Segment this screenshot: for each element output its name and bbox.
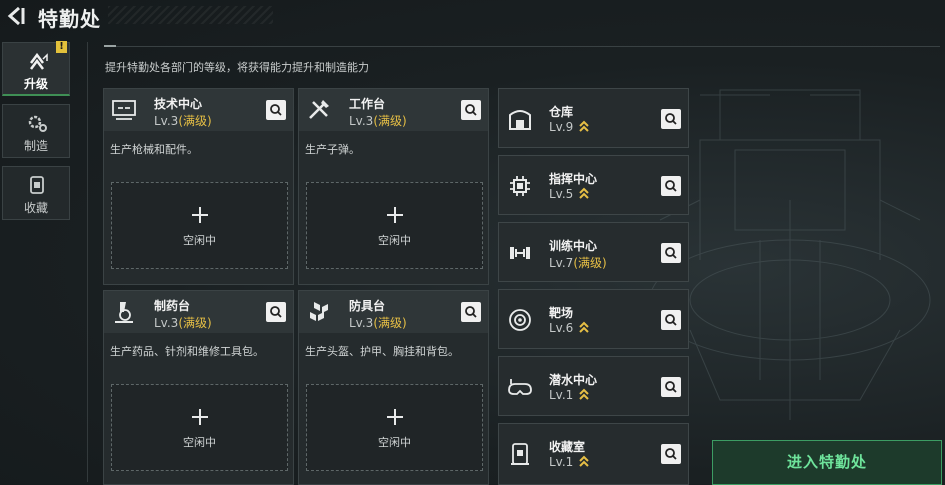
page-title: 特勤处 bbox=[38, 7, 101, 31]
collection-room-icon bbox=[511, 443, 529, 465]
tab-craft[interactable]: 制造 bbox=[2, 104, 70, 158]
card-header: 工作台 Lv.3(满级) bbox=[299, 89, 488, 131]
facility-name: 靶场 bbox=[549, 306, 574, 320]
search-icon[interactable] bbox=[661, 176, 681, 196]
slot-status: 空闲中 bbox=[183, 234, 216, 247]
tab-upgrade-label: 升级 bbox=[23, 77, 48, 91]
facility-name: 训练中心 bbox=[549, 239, 598, 253]
facility-level: Lv.1 bbox=[549, 388, 590, 402]
microscope-icon bbox=[115, 302, 133, 323]
workshop-description: 生产枪械和配件。 bbox=[110, 143, 198, 156]
card-header: 技术中心 Lv.3(满级) bbox=[104, 89, 293, 131]
warehouse-icon bbox=[509, 110, 531, 130]
facility-card-warehouse[interactable]: 仓库 Lv.9 bbox=[498, 88, 689, 148]
side-tabs: 升级 ! 制造 收藏 bbox=[2, 41, 73, 228]
max-level-tag: (满级) bbox=[373, 316, 407, 330]
back-arrow-icon[interactable] bbox=[4, 5, 26, 27]
slot-status: 空闲中 bbox=[378, 436, 411, 449]
diving-goggles-icon bbox=[508, 379, 532, 395]
target-icon bbox=[509, 309, 531, 331]
top-bar: 特勤处 bbox=[0, 0, 945, 34]
workshop-card-tech-center[interactable]: 技术中心 Lv.3(满级) 生产枪械和配件。 空闲中 bbox=[103, 88, 294, 285]
facility-card-diving-center[interactable]: 潜水中心 Lv.1 bbox=[498, 356, 689, 416]
workshop-description: 生产药品、针剂和维修工具包。 bbox=[110, 345, 264, 358]
facility-level: Lv.6 bbox=[549, 321, 590, 335]
slot-status: 空闲中 bbox=[183, 436, 216, 449]
page-subtitle: 提升特勤处各部门的等级，将获得能力提升和制造能力 bbox=[105, 61, 369, 74]
chip-icon bbox=[510, 176, 530, 196]
workshop-level: Lv.3(满级) bbox=[349, 316, 407, 330]
upgrade-available-icon bbox=[579, 187, 590, 199]
header-hatch-decoration bbox=[108, 6, 273, 24]
facility-card-training-center[interactable]: 训练中心 Lv.7(满级) bbox=[498, 222, 689, 282]
facility-level: Lv.5 bbox=[549, 187, 590, 201]
card-header: 制药台 Lv.3(满级) bbox=[104, 291, 293, 333]
divider-horizontal bbox=[104, 45, 940, 47]
search-icon[interactable] bbox=[661, 444, 681, 464]
workshop-description: 生产子弹。 bbox=[305, 143, 360, 156]
divider-vertical bbox=[87, 42, 88, 482]
max-level-tag: (满级) bbox=[178, 316, 212, 330]
slot-status: 空闲中 bbox=[378, 234, 411, 247]
card-header: 防具台 Lv.3(满级) bbox=[299, 291, 488, 333]
upgrade-available-icon bbox=[579, 120, 590, 132]
tab-upgrade[interactable]: 升级 ! bbox=[2, 41, 70, 96]
upgrade-available-icon bbox=[579, 321, 590, 333]
collection-case-icon bbox=[30, 176, 44, 194]
production-slot[interactable]: 空闲中 bbox=[306, 384, 483, 471]
upgrade-available-icon bbox=[579, 455, 590, 467]
production-slot[interactable]: 空闲中 bbox=[111, 384, 288, 471]
plus-icon bbox=[387, 207, 403, 223]
workshop-name: 制药台 bbox=[154, 299, 191, 313]
workshop-name: 工作台 bbox=[349, 97, 386, 111]
workshop-name: 防具台 bbox=[349, 299, 386, 313]
max-level-tag: (满级) bbox=[373, 114, 407, 128]
armor-blocks-icon bbox=[310, 302, 328, 321]
workshop-name: 技术中心 bbox=[154, 97, 203, 111]
facility-level: Lv.9 bbox=[549, 120, 590, 134]
workshop-level: Lv.3(满级) bbox=[154, 114, 212, 128]
max-level-tag: (满级) bbox=[178, 114, 212, 128]
facility-card-command-center[interactable]: 指挥中心 Lv.5 bbox=[498, 155, 689, 215]
search-icon[interactable] bbox=[461, 302, 481, 322]
notification-badge: ! bbox=[56, 41, 67, 53]
facility-name: 潜水中心 bbox=[549, 373, 598, 387]
tab-craft-label: 制造 bbox=[23, 139, 48, 153]
tech-center-icon bbox=[112, 100, 136, 120]
max-level-tag: (满级) bbox=[573, 256, 607, 270]
production-slot[interactable]: 空闲中 bbox=[306, 182, 483, 269]
gears-icon bbox=[28, 115, 47, 132]
search-icon[interactable] bbox=[661, 243, 681, 263]
search-icon[interactable] bbox=[661, 109, 681, 129]
workshop-level: Lv.3(满级) bbox=[349, 114, 407, 128]
search-icon[interactable] bbox=[266, 302, 286, 322]
search-icon[interactable] bbox=[661, 377, 681, 397]
tab-collection[interactable]: 收藏 bbox=[2, 166, 70, 220]
facility-name: 指挥中心 bbox=[549, 172, 598, 186]
workshop-card-workbench[interactable]: 工作台 Lv.3(满级) 生产子弹。 空闲中 bbox=[298, 88, 489, 285]
plus-icon bbox=[387, 409, 403, 425]
dumbbell-icon bbox=[510, 247, 530, 259]
facility-name: 收藏室 bbox=[549, 440, 586, 454]
search-icon[interactable] bbox=[266, 100, 286, 120]
tab-collection-label: 收藏 bbox=[23, 201, 48, 215]
workshop-card-armor[interactable]: 防具台 Lv.3(满级) 生产头盔、护甲、胸挂和背包。 空闲中 bbox=[298, 290, 489, 485]
facility-name: 仓库 bbox=[549, 105, 574, 119]
upgrade-arrows-icon bbox=[30, 52, 48, 70]
tools-icon bbox=[309, 100, 329, 119]
search-icon[interactable] bbox=[661, 310, 681, 330]
search-icon[interactable] bbox=[461, 100, 481, 120]
facility-level: Lv.7(满级) bbox=[549, 256, 607, 270]
plus-icon bbox=[192, 409, 208, 425]
workshop-level: Lv.3(满级) bbox=[154, 316, 212, 330]
facility-card-collection-room[interactable]: 收藏室 Lv.1 bbox=[498, 423, 689, 485]
facility-level: Lv.1 bbox=[549, 455, 590, 469]
plus-icon bbox=[192, 207, 208, 223]
upgrade-available-icon bbox=[579, 388, 590, 400]
facility-card-shooting-range[interactable]: 靶场 Lv.6 bbox=[498, 289, 689, 349]
production-slot[interactable]: 空闲中 bbox=[111, 182, 288, 269]
enter-special-ops-button[interactable]: 进入特勤处 bbox=[712, 440, 942, 485]
workshop-description: 生产头盔、护甲、胸挂和背包。 bbox=[305, 345, 459, 358]
workshop-card-pharmacy[interactable]: 制药台 Lv.3(满级) 生产药品、针剂和维修工具包。 空闲中 bbox=[103, 290, 294, 485]
